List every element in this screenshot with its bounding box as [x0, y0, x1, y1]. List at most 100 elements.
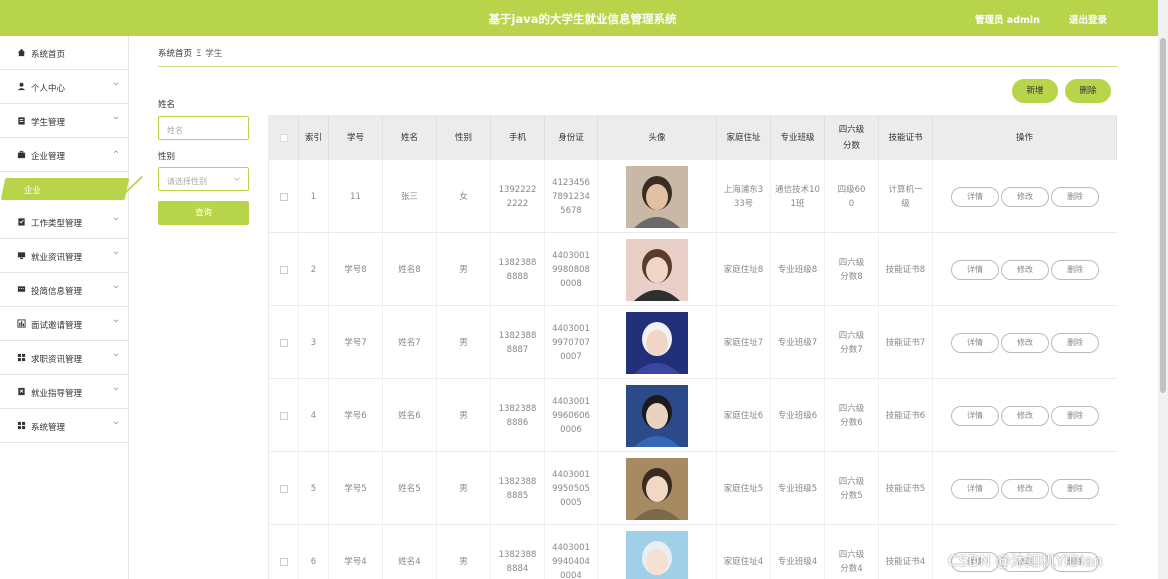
operations-cell: 详情 修改 删除 [933, 306, 1117, 379]
sidebar-item-1[interactable]: 个人中心 [0, 70, 128, 104]
active-pill [0, 178, 130, 200]
cell-index: 2 [299, 233, 329, 306]
row-delete-button[interactable]: 删除 [1051, 405, 1099, 426]
cell-name: 姓名8 [383, 233, 437, 306]
row-delete-button[interactable]: 删除 [1051, 259, 1099, 280]
cell-class: 专业班级7 [771, 306, 825, 379]
row-checkbox[interactable] [279, 338, 288, 347]
detail-button[interactable]: 详情 [951, 332, 999, 353]
cell-student-no: 学号6 [329, 379, 383, 452]
chevron-down-icon [113, 217, 119, 221]
sidebar-item-3[interactable]: 企业管理 [0, 138, 128, 172]
sidebar-item-5[interactable]: 就业资讯管理 [0, 239, 128, 273]
table-row: 3 学号7 姓名7 男 13823888887 440300199707070007 家庭住… [269, 306, 1117, 379]
breadcrumb-separator: Ξ [196, 49, 202, 59]
chat-icon [17, 286, 26, 292]
row-delete-button[interactable]: 删除 [1051, 186, 1099, 207]
row-delete-button[interactable]: 删除 [1051, 332, 1099, 353]
chevron-down-icon [113, 319, 119, 323]
row-checkbox[interactable] [279, 557, 288, 566]
sidebar-item-0[interactable]: 系统首页 [0, 36, 128, 70]
cell-address: 家庭住址8 [717, 233, 771, 306]
detail-button[interactable]: 详情 [951, 259, 999, 280]
sidebar-item-label: 学生管理 [31, 118, 66, 128]
cell-gender: 男 [437, 306, 491, 379]
edit-button[interactable]: 修改 [1001, 405, 1049, 426]
row-select-cell [269, 452, 299, 525]
top-header: 基于java的大学生就业信息管理系统 管理员 admin 退出登录 [0, 0, 1158, 36]
avatar-cell [598, 452, 717, 525]
cell-phone: 13823888884 [491, 525, 545, 579]
row-checkbox[interactable] [279, 192, 288, 201]
sidebar-item-8[interactable]: 求职资讯管理 [0, 341, 128, 375]
page-scrollbar[interactable] [1158, 0, 1168, 579]
cell-class: 专业班级5 [771, 452, 825, 525]
logout-link[interactable]: 退出登录 [1069, 12, 1107, 26]
cell-gender: 女 [437, 160, 491, 233]
cell-score: 四六级分数5 [825, 452, 879, 525]
admin-user-label[interactable]: 管理员 admin [975, 12, 1040, 26]
sidebar-item-4[interactable]: 工作类型管理 [0, 205, 128, 239]
cell-certificate: 技能证书6 [879, 379, 933, 452]
row-checkbox[interactable] [279, 265, 288, 274]
cell-student-no: 学号4 [329, 525, 383, 579]
chevron-down-icon [113, 353, 119, 357]
operations-cell: 详情 修改 删除 [933, 233, 1117, 306]
sidebar-item-2[interactable]: 学生管理 [0, 104, 128, 138]
cell-class: 通信技术101班 [771, 160, 825, 233]
sidebar-subitem-company[interactable]: 企业 [0, 174, 130, 209]
edit-button[interactable]: 修改 [1001, 332, 1049, 353]
select-all-checkbox[interactable] [279, 133, 288, 142]
chevron-down-icon [113, 387, 119, 391]
scrollbar-thumb[interactable] [1160, 38, 1166, 393]
briefcase-icon [17, 150, 26, 159]
cell-score: 四六级分数6 [825, 379, 879, 452]
avatar [626, 165, 688, 228]
avatar-cell [598, 525, 717, 579]
cell-name: 姓名4 [383, 525, 437, 579]
clipboard-icon [18, 117, 25, 125]
sidebar-item-7[interactable]: 面试邀请管理 [0, 307, 128, 341]
row-select-cell [269, 233, 299, 306]
sidebar-item-6[interactable]: 投简信息管理 [0, 273, 128, 307]
sidebar-item-10[interactable]: 系统管理 [0, 409, 128, 443]
row-checkbox[interactable] [279, 411, 288, 420]
detail-button[interactable]: 详情 [951, 186, 999, 207]
add-button[interactable]: 新增 [1012, 79, 1058, 103]
row-checkbox[interactable] [279, 484, 288, 493]
cell-student-no: 学号5 [329, 452, 383, 525]
breadcrumb-home[interactable]: 系统首页 [158, 49, 192, 59]
sidebar-item-label: 就业资讯管理 [31, 253, 83, 263]
detail-button[interactable]: 详情 [951, 405, 999, 426]
column-header: 家庭住址 [717, 115, 771, 160]
row-select-cell [269, 160, 299, 233]
gender-select[interactable]: 请选择性别 [158, 167, 249, 191]
edit-button[interactable]: 修改 [1001, 478, 1049, 499]
sidebar-item-9[interactable]: 就业指导管理 [0, 375, 128, 409]
column-header: 学号 [329, 115, 383, 160]
select-all-cell [269, 115, 299, 160]
cell-index: 1 [299, 160, 329, 233]
cell-index: 4 [299, 379, 329, 452]
query-button[interactable]: 查询 [158, 201, 249, 225]
name-search-input[interactable]: 姓名 [158, 116, 249, 140]
watermark-text: CSDN @沐知机YiDian [948, 552, 1103, 570]
avatar-cell [598, 233, 717, 306]
sidebar-item-label: 工作类型管理 [31, 219, 83, 229]
cell-score: 四六级分数8 [825, 233, 879, 306]
cell-score: 四六级分数4 [825, 525, 879, 579]
column-header: 技能证书 [879, 115, 933, 160]
edit-button[interactable]: 修改 [1001, 259, 1049, 280]
row-select-cell [269, 525, 299, 579]
bar-chart-icon [17, 319, 26, 328]
cell-student-no: 学号8 [329, 233, 383, 306]
cell-gender: 男 [437, 452, 491, 525]
cell-class: 专业班级4 [771, 525, 825, 579]
operations-cell: 详情 修改 删除 [933, 452, 1117, 525]
delete-button[interactable]: 删除 [1065, 79, 1111, 103]
column-header: 身份证 [545, 115, 598, 160]
detail-button[interactable]: 详情 [951, 478, 999, 499]
edit-button[interactable]: 修改 [1001, 186, 1049, 207]
row-delete-button[interactable]: 删除 [1051, 478, 1099, 499]
cell-address: 家庭住址5 [717, 452, 771, 525]
